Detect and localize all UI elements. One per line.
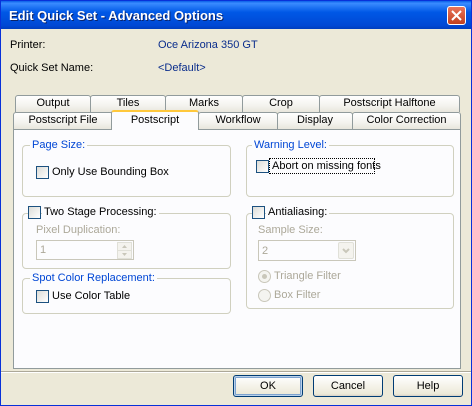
tab-tiles-label: Tiles [116,97,140,109]
tab-display-label: Display [296,114,334,126]
sample-size-dropdown-button[interactable] [338,242,354,259]
tab-crop[interactable]: Crop [242,95,320,112]
printer-value: Oce Arizona 350 GT [158,39,258,51]
help-button[interactable]: Help [393,375,463,397]
tab-postscript[interactable]: Postscript [111,110,199,130]
printer-label: Printer: [10,39,46,51]
sample-size-select[interactable]: 2 [258,240,356,261]
use-color-table-checkbox[interactable] [36,290,49,303]
tab-color-correction-label: Color Correction [366,114,447,126]
close-icon [451,10,462,21]
spinner-down-button[interactable] [117,250,132,259]
tab-postscript-halftone-label: Postscript Halftone [343,97,436,109]
tab-crop-label: Crop [269,97,293,109]
pixel-duplication-spinner[interactable]: 1 [36,240,134,260]
pixel-duplication-value: 1 [40,244,47,256]
tab-postscript-halftone[interactable]: Postscript Halftone [319,95,460,112]
arrow-down-icon [122,253,127,256]
radio-selected-dot [262,274,267,279]
two-stage-processing-checkbox[interactable] [28,206,41,219]
tab-color-correction[interactable]: Color Correction [352,112,461,129]
ok-button-label: OK [260,380,276,392]
only-use-bounding-box-checkbox[interactable] [36,166,49,179]
tab-postscript-file-label: Postscript File [28,114,98,126]
arrow-up-icon [122,245,127,248]
cancel-button[interactable]: Cancel [313,375,383,397]
spot-color-replacement-legend: Spot Color Replacement: [30,272,157,284]
abort-on-missing-fonts-checkbox[interactable] [256,160,269,173]
two-stage-processing-label[interactable]: Two Stage Processing: [42,206,159,218]
antialiasing-label[interactable]: Antialiasing: [266,206,330,218]
tab-output[interactable]: Output [15,95,91,112]
tab-output-label: Output [36,97,70,109]
tab-workflow[interactable]: Workflow [198,112,278,129]
title-bar[interactable]: Edit Quick Set - Advanced Options [1,1,471,29]
triangle-filter-radio[interactable] [258,270,271,283]
warning-level-legend: Warning Level: [252,139,329,151]
pixel-duplication-label: Pixel Duplication: [36,224,121,236]
abort-on-missing-fonts-label[interactable]: Abort on missing fonts [272,160,381,172]
tab-workflow-label: Workflow [215,114,261,126]
quickset-name-label: Quick Set Name: [10,62,94,74]
page-size-legend: Page Size: [30,139,88,151]
tab-marks-label: Marks [189,97,219,109]
sample-size-value: 2 [262,245,269,257]
box-filter-label[interactable]: Box Filter [274,289,320,301]
use-color-table-label[interactable]: Use Color Table [52,290,130,302]
only-use-bounding-box-label[interactable]: Only Use Bounding Box [52,166,169,178]
quickset-name-value: <Default> [158,62,206,74]
tab-postscript-label: Postscript [130,114,180,126]
sample-size-label: Sample Size: [258,224,323,236]
window-title: Edit Quick Set - Advanced Options [9,8,224,23]
tab-postscript-file[interactable]: Postscript File [13,112,113,129]
footer-separator [1,371,471,373]
close-button[interactable] [447,6,466,25]
ok-button[interactable]: OK [233,375,303,397]
help-button-label: Help [416,380,440,392]
antialiasing-checkbox[interactable] [252,206,265,219]
triangle-filter-label[interactable]: Triangle Filter [274,270,341,282]
chevron-down-icon [342,248,350,254]
postscript-tab-panel: Page Size: Only Use Bounding Box Warning… [13,129,461,369]
tab-display[interactable]: Display [277,112,353,129]
cancel-button-label: Cancel [330,380,366,392]
dialog-window: Edit Quick Set - Advanced Options Printe… [0,0,472,406]
box-filter-radio[interactable] [258,289,271,302]
